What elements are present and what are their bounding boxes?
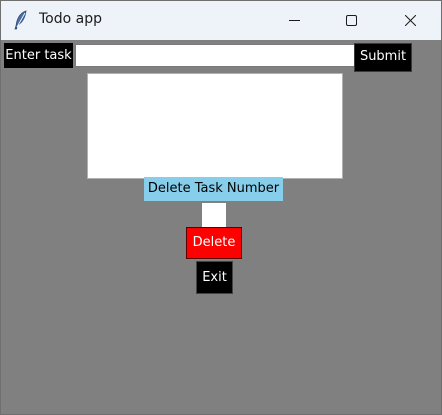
close-button[interactable]	[387, 1, 433, 40]
exit-button[interactable]: Exit	[196, 261, 233, 294]
main-content: Enter task Submit Delete Task Number Del…	[1, 40, 441, 414]
task-listbox[interactable]	[87, 73, 343, 179]
minimize-button[interactable]	[271, 1, 317, 40]
minimize-icon	[288, 15, 300, 26]
delete-button[interactable]: Delete	[186, 227, 242, 259]
maximize-icon	[345, 15, 357, 26]
title-bar[interactable]: Todo app	[1, 1, 441, 40]
delete-number-input[interactable]	[202, 203, 226, 227]
delete-task-number-label: Delete Task Number	[144, 177, 283, 201]
window-title: Todo app	[39, 11, 102, 27]
close-icon	[404, 15, 416, 26]
feather-icon	[13, 10, 29, 30]
task-input[interactable]	[75, 44, 359, 67]
submit-button[interactable]: Submit	[354, 43, 412, 72]
maximize-button[interactable]	[328, 1, 374, 40]
enter-task-label: Enter task	[4, 43, 73, 68]
app-window: Todo app Enter task Submit Delete Task N…	[0, 0, 442, 415]
